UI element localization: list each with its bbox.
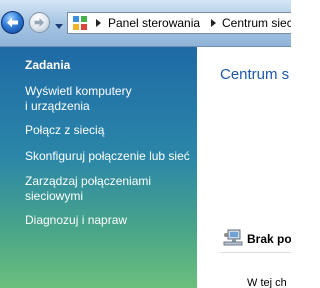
manage-connections-link[interactable]: Zarządzaj połączeniami sieciowymi bbox=[25, 174, 195, 204]
forward-arrow-icon bbox=[34, 18, 44, 27]
back-button[interactable] bbox=[1, 11, 24, 34]
navigation-bar: Panel sterowania Centrum siec bbox=[0, 0, 291, 47]
view-computers-link[interactable]: Wyświetl komputery i urządzenia bbox=[25, 84, 195, 114]
page-title: Centrum s bbox=[220, 66, 290, 83]
main-content: Centrum s Brak po W tej ch bbox=[197, 47, 291, 288]
breadcrumb-control-panel[interactable]: Panel sterowania bbox=[108, 16, 200, 30]
control-panel-icon bbox=[73, 16, 87, 30]
network-computer-icon bbox=[223, 229, 243, 246]
history-dropdown-button[interactable] bbox=[53, 17, 65, 29]
connection-status: Brak po bbox=[247, 232, 291, 246]
task-pane: Zadania Wyświetl komputery i urządzenia … bbox=[0, 47, 197, 288]
info-text: W tej ch bbox=[247, 277, 287, 288]
breadcrumb-separator-icon[interactable] bbox=[94, 18, 102, 28]
breadcrumb-separator-icon[interactable] bbox=[209, 18, 217, 28]
diagnose-repair-link[interactable]: Diagnozuj i napraw bbox=[25, 213, 195, 228]
breadcrumb-network-center[interactable]: Centrum siec bbox=[222, 16, 291, 30]
tasks-heading: Zadania bbox=[25, 58, 71, 72]
forward-button[interactable] bbox=[29, 12, 50, 33]
address-bar[interactable]: Panel sterowania Centrum siec bbox=[67, 12, 291, 34]
divider bbox=[220, 252, 291, 253]
connect-to-network-link[interactable]: Połącz z siecią bbox=[25, 123, 195, 138]
dropdown-icon bbox=[55, 24, 63, 29]
back-arrow-icon bbox=[7, 17, 18, 28]
setup-connection-link[interactable]: Skonfiguruj połączenie lub sieć bbox=[25, 149, 195, 164]
